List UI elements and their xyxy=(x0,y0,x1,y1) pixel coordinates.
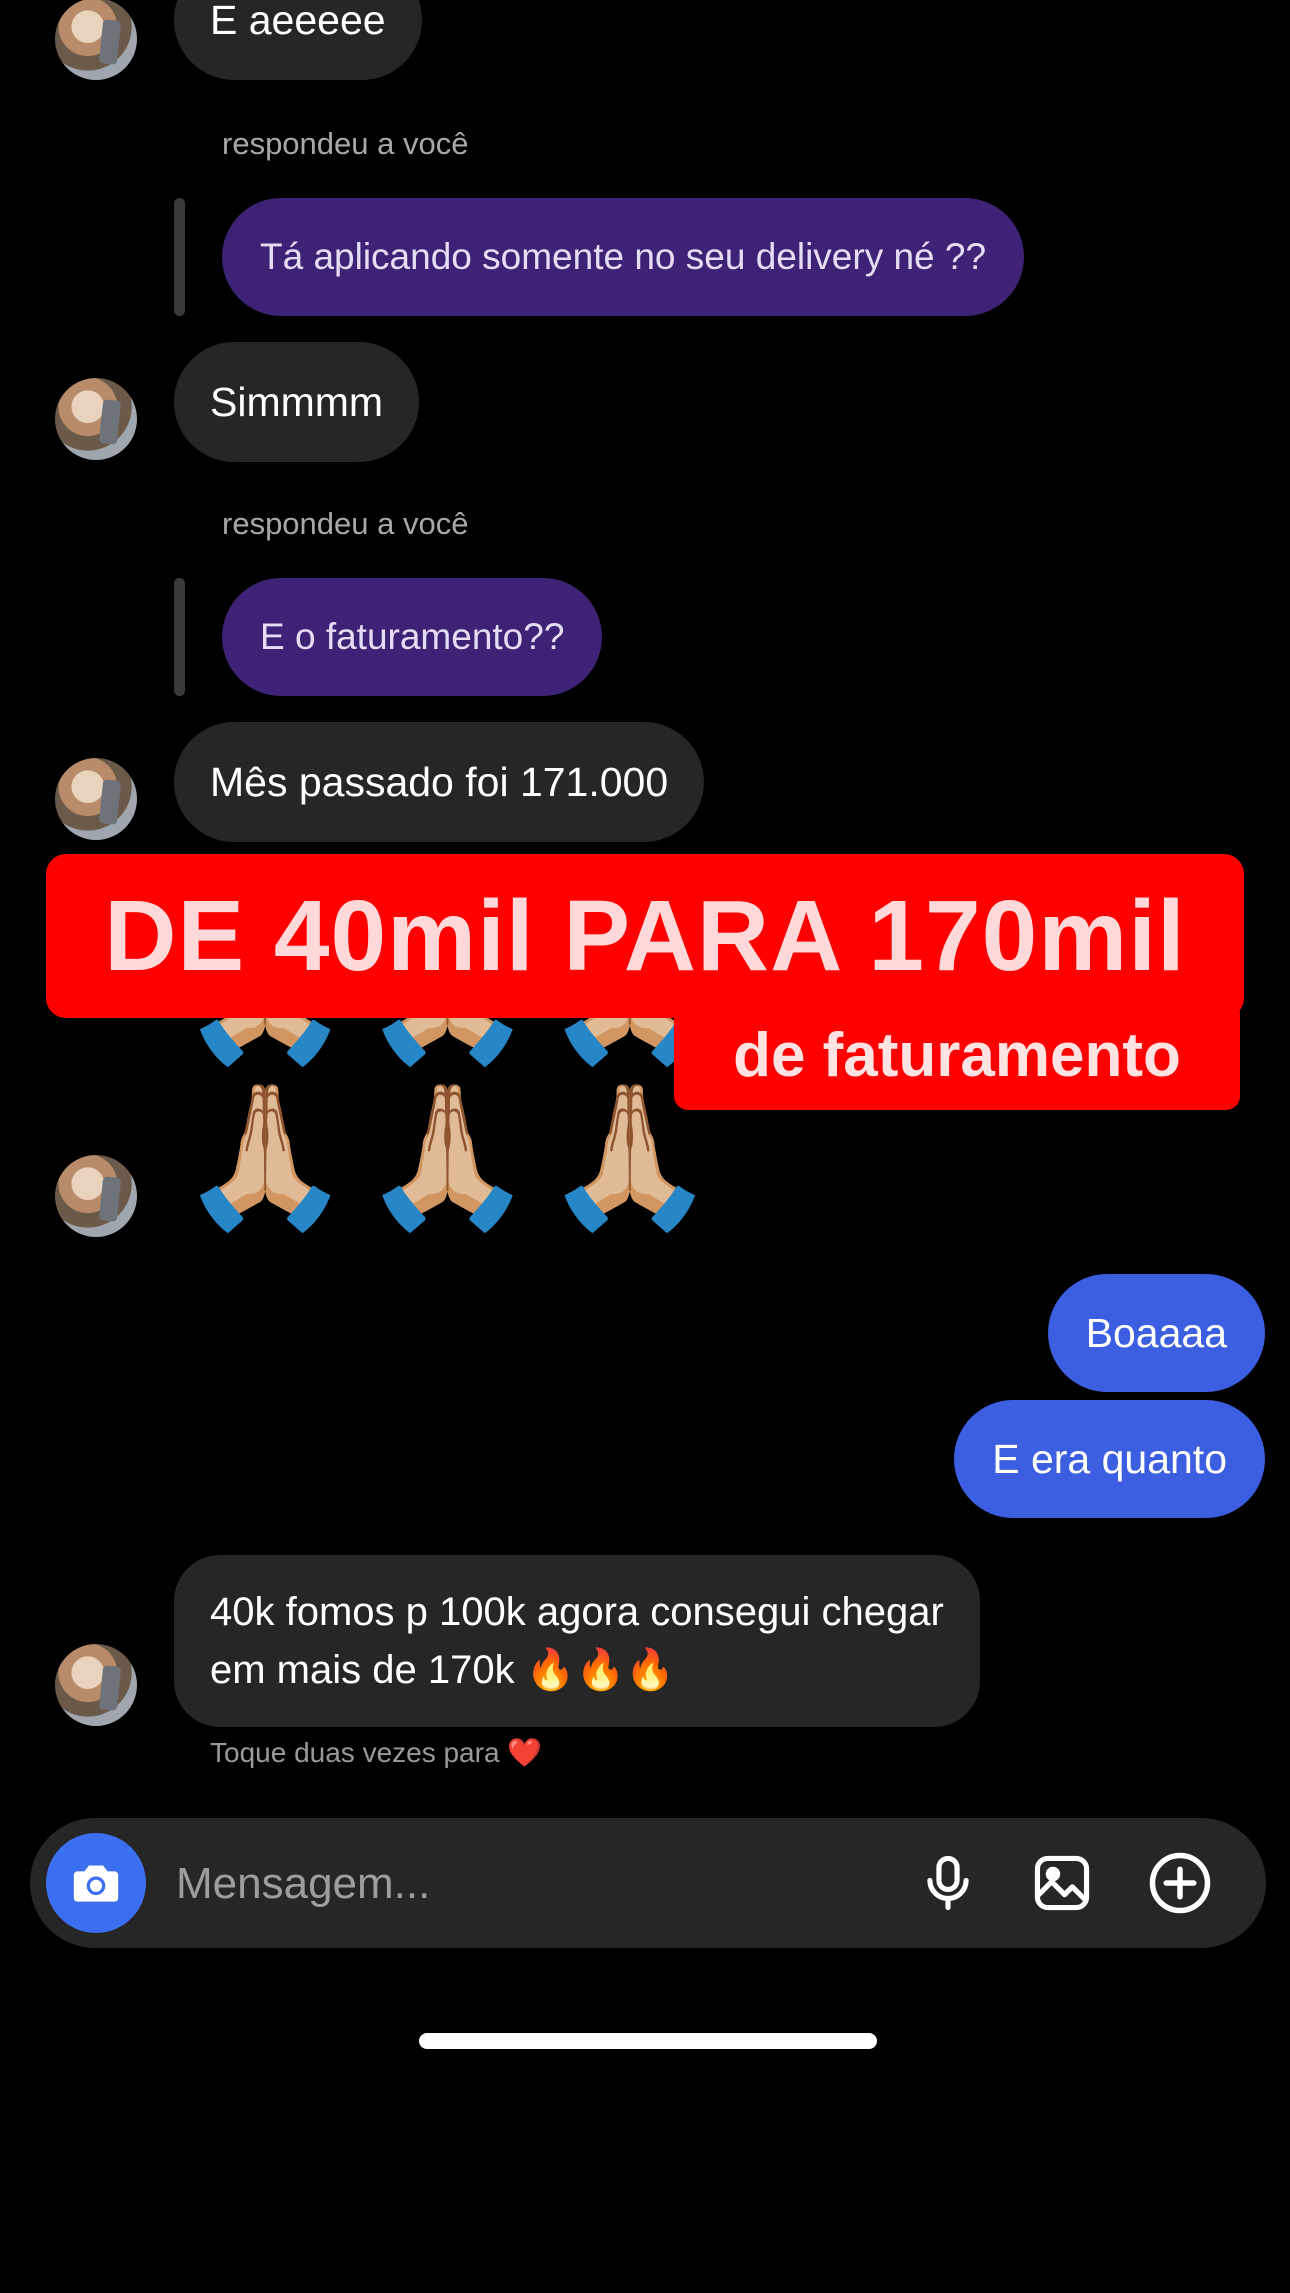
incoming-message[interactable]: 40k fomos p 100k agora consegui chegar e… xyxy=(174,1555,980,1727)
camera-icon xyxy=(73,1865,119,1902)
avatar[interactable] xyxy=(55,378,137,460)
incoming-message[interactable]: Simmmm xyxy=(174,342,420,462)
incoming-message[interactable]: E aeeeee xyxy=(174,0,422,80)
image-icon xyxy=(1034,1855,1090,1911)
emoji-message[interactable]: 🙏🏼🙏🏼🙏🏼 xyxy=(178,1086,725,1226)
message-composer xyxy=(30,1818,1266,1948)
camera-button[interactable] xyxy=(46,1833,146,1933)
outgoing-message[interactable]: E era quanto xyxy=(954,1400,1265,1518)
message-text: E aeeeee xyxy=(210,0,386,43)
message-input[interactable] xyxy=(174,1848,908,1920)
more-button[interactable] xyxy=(1142,1845,1218,1921)
replied-message[interactable]: Tá aplicando somente no seu delivery né … xyxy=(222,198,1025,316)
reply-label: respondeu a você xyxy=(222,126,469,161)
avatar[interactable] xyxy=(55,0,137,80)
gallery-button[interactable] xyxy=(1024,1845,1100,1921)
reply-indicator-bar xyxy=(174,198,185,316)
reply-indicator-bar xyxy=(174,578,185,696)
reply-label: respondeu a você xyxy=(222,506,469,541)
message-text-line-2: em mais de 170k 🔥🔥🔥 xyxy=(210,1648,676,1692)
avatar[interactable] xyxy=(55,1155,137,1237)
message-text: E era quanto xyxy=(992,1435,1227,1482)
home-indicator[interactable] xyxy=(419,2033,877,2049)
message-text: E o faturamento?? xyxy=(260,616,565,657)
message-text: Boaaaa xyxy=(1085,1309,1227,1356)
avatar[interactable] xyxy=(55,1644,137,1726)
message-text: Mês passado foi 171.000 xyxy=(210,759,669,805)
double-tap-hint: Toque duas vezes para ❤️ xyxy=(210,1737,543,1768)
outgoing-message[interactable]: Boaaaa xyxy=(1047,1274,1265,1392)
overlay-subheadline: de faturamento xyxy=(674,1000,1240,1110)
microphone-button[interactable] xyxy=(910,1845,986,1921)
avatar[interactable] xyxy=(55,758,137,840)
microphone-icon xyxy=(927,1855,969,1911)
message-text-line-1: 40k fomos p 100k agora consegui chegar xyxy=(210,1590,944,1634)
incoming-message[interactable]: Mês passado foi 171.000 xyxy=(174,722,705,842)
message-text: Simmmm xyxy=(210,379,384,425)
replied-message[interactable]: E o faturamento?? xyxy=(222,578,603,696)
message-text: Tá aplicando somente no seu delivery né … xyxy=(260,236,987,277)
overlay-headline: DE 40mil PARA 170mil xyxy=(46,854,1244,1018)
plus-circle-icon xyxy=(1149,1852,1211,1914)
